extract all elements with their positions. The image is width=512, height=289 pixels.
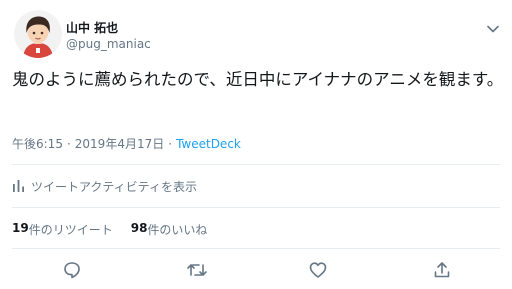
tweet-time[interactable]: 午後6:15 <box>12 137 63 151</box>
avatar-illustration <box>14 10 62 58</box>
meta-separator: · <box>66 137 71 151</box>
heart-icon <box>309 262 327 278</box>
reply-icon <box>64 262 80 279</box>
share-button[interactable] <box>430 258 454 282</box>
avatar[interactable] <box>14 10 62 58</box>
likes-stat[interactable]: 98 件のいいね <box>131 221 208 238</box>
divider <box>12 164 500 165</box>
tweet-actions <box>0 258 512 282</box>
divider <box>12 207 500 208</box>
display-name[interactable]: 山中 拓也 <box>66 19 118 36</box>
retweet-button[interactable] <box>185 258 209 282</box>
retweet-icon <box>187 264 207 276</box>
tweet-activity-button[interactable]: ツイートアクティビティを表示 <box>12 178 197 194</box>
tweet-text: 鬼のように薦められたので、近日中にアイナナのアニメを観ます。 <box>12 70 504 89</box>
user-handle[interactable]: @pug_maniac <box>66 37 151 51</box>
tweet-card: 山中 拓也 @pug_maniac 鬼のように薦められたので、近日中にアイナナの… <box>0 0 512 289</box>
retweets-count: 19 <box>12 221 29 235</box>
bar-chart-icon <box>13 180 24 192</box>
divider <box>12 248 500 249</box>
share-icon <box>434 262 450 278</box>
retweets-stat[interactable]: 19 件のリツイート <box>12 221 113 238</box>
reply-button[interactable] <box>60 258 84 282</box>
retweets-label: 件のリツイート <box>28 223 113 237</box>
tweet-stats: 19 件のリツイート 98 件のいいね <box>12 221 225 238</box>
chevron-down-icon[interactable] <box>486 19 500 33</box>
meta-separator: · <box>168 137 173 151</box>
tweet-date[interactable]: 2019年4月17日 <box>75 137 164 151</box>
tweet-source-link[interactable]: TweetDeck <box>176 137 241 151</box>
tweet-metadata: 午後6:15 · 2019年4月17日 · TweetDeck <box>12 135 241 152</box>
tweet-activity-label: ツイートアクティビティを表示 <box>31 179 197 194</box>
likes-label: 件のいいね <box>147 223 208 237</box>
like-button[interactable] <box>306 258 330 282</box>
likes-count: 98 <box>130 221 148 235</box>
